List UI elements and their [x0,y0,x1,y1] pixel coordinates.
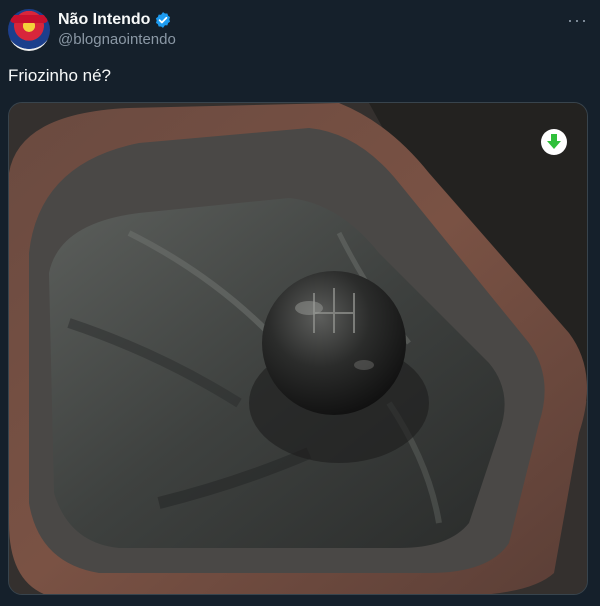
green-down-arrow-icon [547,134,561,149]
avatar[interactable] [8,9,50,51]
author-names: Não Intendo @blognaointendo [58,10,176,50]
avatar-band [10,15,48,23]
author-handle[interactable]: @blognaointendo [58,30,176,50]
author-display-name[interactable]: Não Intendo [58,10,150,30]
more-options-icon[interactable]: ··· [567,10,588,31]
gear-shift-photo [9,103,587,594]
name-row: Não Intendo [58,10,176,30]
tweet-header: Não Intendo @blognaointendo ··· [8,8,588,52]
tweet-card: Não Intendo @blognaointendo ··· Friozinh… [0,0,600,606]
verified-badge-icon [156,12,171,28]
tweet-text: Friozinho né? [8,66,112,85]
tweet-media-image[interactable] [8,102,588,595]
download-arrow-icon[interactable] [541,129,567,155]
